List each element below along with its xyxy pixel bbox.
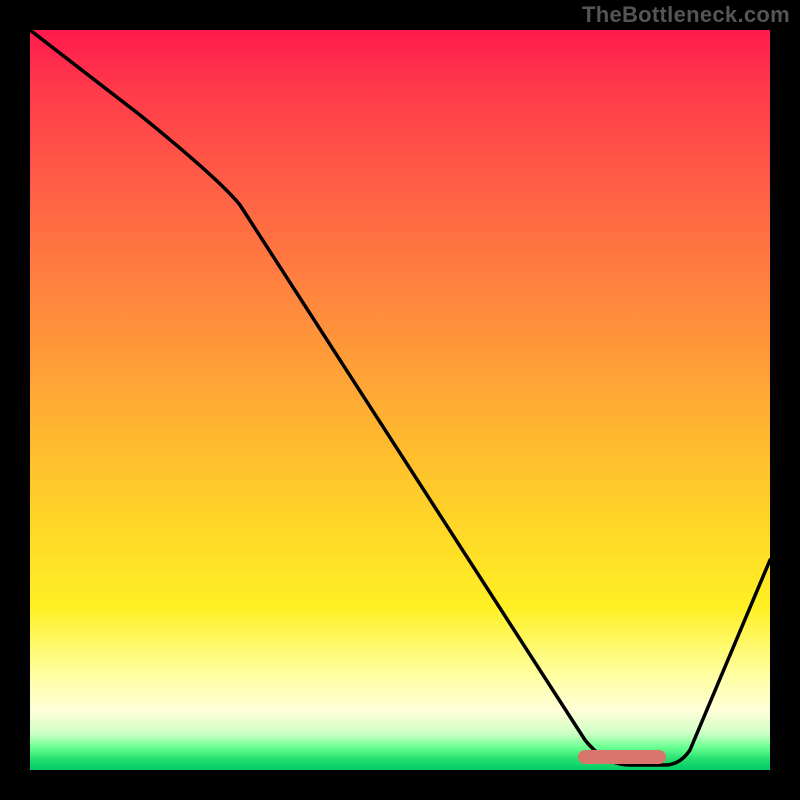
bottleneck-curve [30,30,770,770]
plot-area [30,30,770,770]
optimal-range-marker [578,750,667,764]
watermark-text: TheBottleneck.com [582,2,790,28]
curve-path [30,30,770,765]
chart-frame: TheBottleneck.com [0,0,800,800]
